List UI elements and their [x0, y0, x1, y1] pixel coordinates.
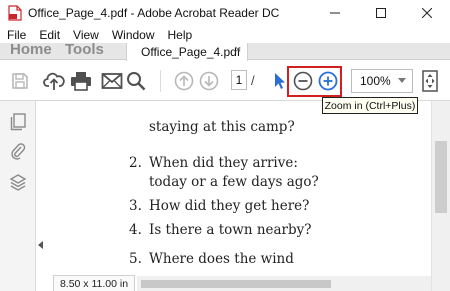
- document-line: Is there a town nearby?: [149, 222, 312, 238]
- status-bar: 8.50 x 11.00 in: [49, 275, 431, 291]
- page-size-indicator: 8.50 x 11.00 in: [53, 275, 135, 291]
- menu-edit[interactable]: Edit: [39, 28, 60, 42]
- document-line-number: 3.: [129, 198, 142, 214]
- maximize-button[interactable]: [358, 0, 404, 26]
- previous-page-icon[interactable]: [172, 69, 196, 93]
- tabs-bar: Home Tools Office_Page_4.pdf ×: [0, 41, 450, 61]
- close-window-button[interactable]: [404, 0, 450, 26]
- minimize-button[interactable]: [312, 0, 358, 26]
- page-number-input[interactable]: 1: [231, 70, 247, 90]
- zoom-in-icon[interactable]: [316, 69, 340, 93]
- zoom-value: 100%: [360, 74, 391, 88]
- document-line: When did they arrive:: [149, 155, 298, 171]
- document-tab-label: Office_Page_4.pdf: [141, 45, 241, 59]
- print-icon[interactable]: [69, 69, 93, 93]
- menu-view[interactable]: View: [73, 28, 99, 42]
- acrobat-app-icon: [8, 5, 22, 21]
- toolbar: 1 / 100%: [0, 61, 450, 101]
- close-icon: [422, 8, 432, 18]
- document-line-number: 2.: [129, 155, 142, 171]
- home-tab[interactable]: Home: [10, 41, 52, 58]
- page-thumbnails-icon[interactable]: [9, 113, 27, 131]
- title-bar: Office_Page_4.pdf - Adobe Acrobat Reader…: [0, 0, 450, 26]
- horizontal-scrollbar[interactable]: [137, 276, 431, 291]
- document-line: staying at this camp?: [149, 119, 295, 135]
- window-title: Office_Page_4.pdf - Adobe Acrobat Reader…: [28, 6, 280, 20]
- document-view[interactable]: staying at this camp? 2. When did they a…: [49, 101, 431, 275]
- page-separator: /: [251, 73, 255, 88]
- horizontal-scrollbar-thumb[interactable]: [141, 280, 331, 288]
- menu-window[interactable]: Window: [112, 28, 155, 42]
- minimize-icon: [330, 12, 340, 14]
- document-tab[interactable]: Office_Page_4.pdf ×: [126, 43, 248, 61]
- menu-file[interactable]: File: [7, 28, 26, 42]
- document-line: Where does the wind: [149, 251, 294, 267]
- search-icon[interactable]: [124, 69, 148, 93]
- menu-help[interactable]: Help: [168, 28, 193, 42]
- tools-tab[interactable]: Tools: [65, 41, 104, 58]
- maximize-icon: [376, 8, 386, 18]
- toolbar-divider: [160, 70, 161, 92]
- document-line-number: 5.: [129, 251, 142, 267]
- save-icon[interactable]: [8, 69, 32, 93]
- collapse-pane-arrow-icon[interactable]: [38, 241, 43, 249]
- document-line: How did they get here?: [149, 198, 310, 214]
- vertical-scrollbar-thumb[interactable]: [435, 141, 447, 213]
- left-navigation-pane: [0, 101, 36, 291]
- layers-icon[interactable]: [9, 173, 27, 191]
- vertical-scrollbar[interactable]: [431, 101, 450, 291]
- close-tab-icon[interactable]: ×: [235, 44, 241, 56]
- attachments-icon[interactable]: [9, 142, 27, 160]
- zoom-dropdown[interactable]: 100%: [351, 69, 413, 93]
- email-icon[interactable]: [100, 69, 124, 93]
- next-page-icon[interactable]: [197, 69, 221, 93]
- document-line-number: 4.: [129, 222, 142, 238]
- fit-page-icon[interactable]: [418, 69, 442, 93]
- document-line: today or a few days ago?: [149, 174, 319, 190]
- chevron-down-icon: [398, 78, 406, 83]
- zoom-in-tooltip: Zoom in (Ctrl+Plus): [322, 97, 418, 114]
- zoom-out-icon[interactable]: [291, 69, 315, 93]
- cloud-upload-icon[interactable]: [42, 69, 66, 93]
